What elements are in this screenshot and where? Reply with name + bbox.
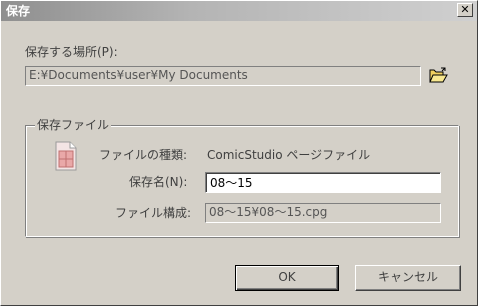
save-file-group-legend: 保存ファイル — [35, 118, 112, 132]
file-type-value: ComicStudio ページファイル — [207, 148, 371, 162]
browse-folder-button[interactable] — [428, 67, 448, 85]
save-name-input[interactable] — [205, 172, 441, 193]
file-structure-label: ファイル構成: — [115, 206, 192, 220]
title-bar[interactable]: 保存 ✕ — [1, 1, 477, 21]
save-dialog: 保存 ✕ 保存する場所(P): E:¥Documents¥user¥My Doc… — [0, 0, 478, 306]
ok-button-label: OK — [278, 270, 296, 284]
close-icon: ✕ — [460, 3, 470, 16]
cancel-button[interactable]: キャンセル — [355, 265, 461, 291]
save-location-path: E:¥Documents¥user¥My Documents — [25, 66, 421, 86]
close-button[interactable]: ✕ — [457, 3, 473, 17]
cancel-button-label: キャンセル — [377, 270, 438, 284]
save-location-label: 保存する場所(P): — [25, 45, 118, 59]
file-structure-value: 08〜15¥08〜15.cpg — [205, 203, 441, 223]
dialog-title: 保存 — [6, 4, 31, 18]
save-name-label: 保存名(N): — [129, 175, 188, 189]
comicstudio-page-file-icon — [55, 141, 77, 171]
ok-button[interactable]: OK — [235, 265, 339, 291]
file-type-label: ファイルの種類: — [99, 148, 188, 162]
open-folder-icon — [429, 67, 448, 83]
